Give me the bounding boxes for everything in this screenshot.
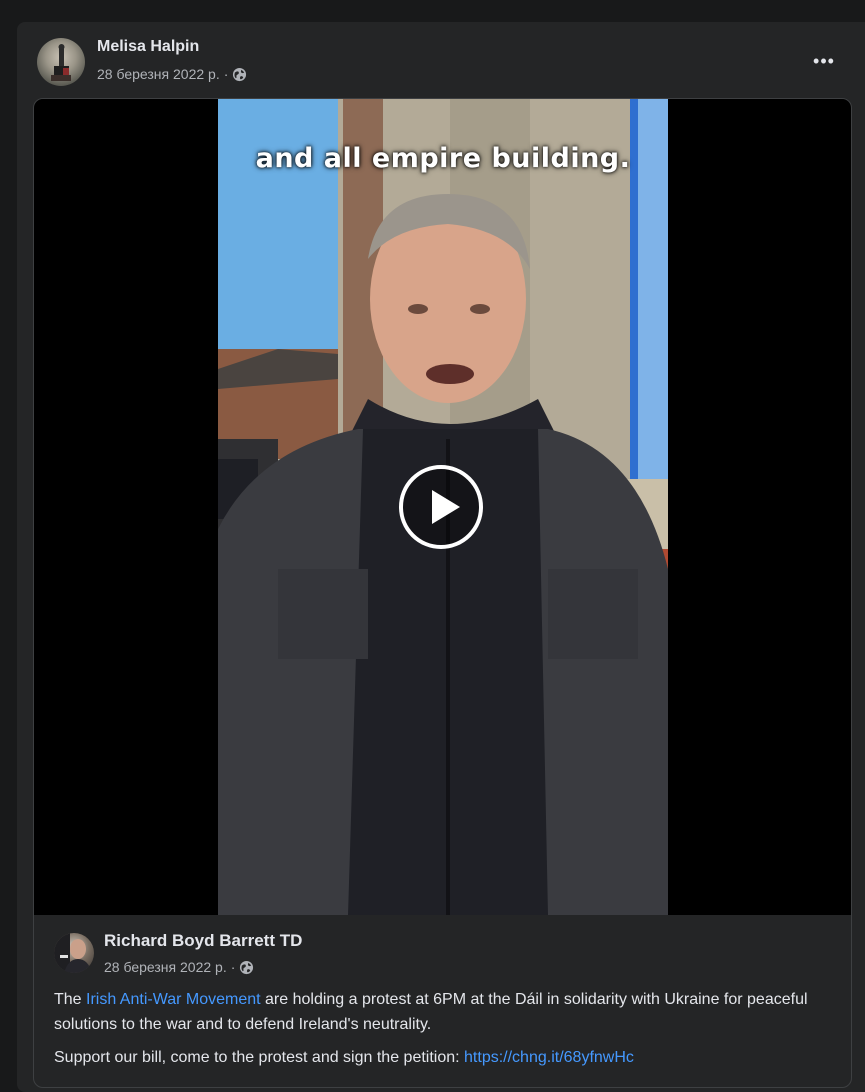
author-avatar[interactable] (37, 38, 85, 86)
shared-author-name[interactable]: Richard Boyd Barrett TD (104, 931, 302, 951)
globe-icon (232, 67, 247, 82)
petition-link[interactable]: https://chng.it/68yfnwHc (464, 1049, 634, 1066)
video-caption: and all empire building. (255, 143, 631, 174)
shared-meta-separator: · (230, 959, 236, 975)
shared-text-paragraph-1: The Irish Anti-War Movement are holding … (54, 987, 814, 1037)
shared-post-info: Richard Boyd Barrett TD 28 березня 2022 … (34, 915, 851, 1087)
post-date[interactable]: 28 березня 2022 р. (97, 66, 220, 82)
para1-text-before: The (54, 991, 87, 1008)
irish-anti-war-movement-link[interactable]: Irish Anti-War Movement (86, 991, 261, 1008)
play-button[interactable] (399, 465, 483, 549)
para2-text-before: Support our bill, come to the protest an… (54, 1049, 465, 1066)
author-name[interactable]: Melisa Halpin (97, 38, 199, 56)
globe-icon (239, 960, 254, 975)
post-header: Melisa Halpin 28 березня 2022 р. · ••• (17, 22, 865, 98)
more-options-icon: ••• (813, 50, 835, 71)
shared-text-paragraph-2: Support our bill, come to the protest an… (54, 1045, 814, 1070)
video-player[interactable]: and all empire building. (34, 99, 851, 915)
meta-separator: · (223, 66, 229, 82)
shared-post-text: The Irish Anti-War Movement are holding … (54, 987, 814, 1078)
shared-post-date[interactable]: 28 березня 2022 р. (104, 959, 227, 975)
feed-post: Melisa Halpin 28 березня 2022 р. · ••• a… (17, 22, 865, 1092)
shared-post-meta: 28 березня 2022 р. · (104, 959, 254, 975)
post-meta: 28 березня 2022 р. · (97, 66, 247, 82)
play-icon (432, 490, 460, 524)
shared-author-avatar[interactable] (54, 933, 94, 973)
more-options-button[interactable]: ••• (807, 50, 841, 72)
shared-post[interactable]: and all empire building. Richard Boyd Ba… (33, 98, 852, 1088)
